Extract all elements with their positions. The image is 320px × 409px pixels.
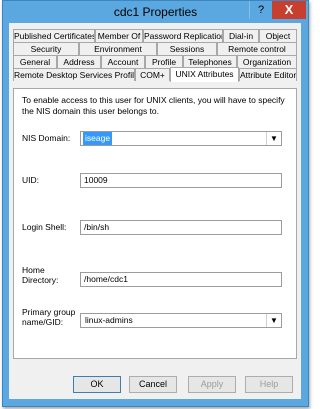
tab-member-of[interactable]: Member Of [95, 29, 143, 42]
home-directory-label-line2: Directory: [22, 275, 59, 285]
chevron-down-icon[interactable]: ▼ [266, 132, 281, 145]
apply-button[interactable]: Apply [188, 376, 236, 393]
help-icon[interactable]: ? [249, 1, 272, 19]
tab-address[interactable]: Address [57, 55, 101, 68]
nis-domain-value: iseage [83, 132, 113, 145]
title-bar[interactable]: cdc1 Properties ? X [3, 1, 308, 23]
ok-button[interactable]: OK [73, 376, 121, 393]
tab-password-replication[interactable]: Password Replication [143, 29, 223, 42]
tab-account[interactable]: Account [101, 55, 145, 68]
tab-com-plus[interactable]: COM+ [135, 68, 170, 81]
tab-general[interactable]: General [13, 55, 57, 68]
tab-remote-desktop-services-profile[interactable]: Remote Desktop Services Profile [13, 68, 135, 81]
primary-group-value: linux-admins [85, 315, 133, 325]
cancel-button[interactable]: Cancel [129, 376, 177, 393]
nis-domain-select[interactable]: iseage ▼ [80, 131, 282, 146]
chevron-down-icon[interactable]: ▼ [266, 314, 281, 327]
login-shell-field[interactable]: /bin/sh [80, 220, 282, 235]
tab-object[interactable]: Object [259, 29, 297, 42]
tab-environment[interactable]: Environment [79, 42, 157, 55]
dialog-body: Published Certificates Member Of Passwor… [9, 23, 301, 399]
close-icon[interactable]: X [272, 1, 306, 19]
tab-attribute-editor[interactable]: Attribute Editor [239, 68, 297, 81]
tab-unix-attributes[interactable]: UNIX Attributes [170, 67, 239, 82]
tab-dial-in[interactable]: Dial-in [223, 29, 259, 42]
primary-group-label-line2: name/GID: [22, 317, 64, 327]
primary-group-select[interactable]: linux-admins ▼ [80, 313, 282, 328]
login-shell-label: Login Shell: [22, 222, 67, 232]
tab-sessions[interactable]: Sessions [157, 42, 217, 55]
tab-remote-control[interactable]: Remote control [217, 42, 297, 55]
home-directory-field[interactable]: /home/cdc1 [80, 272, 282, 287]
nis-domain-label: NIS Domain: [22, 133, 71, 143]
intro-text: To enable access to this user for UNIX c… [22, 95, 285, 116]
tab-organization[interactable]: Organization [237, 55, 297, 68]
unix-attributes-panel: To enable access to this user for UNIX c… [13, 88, 297, 359]
uid-field[interactable]: 10009 [80, 173, 282, 188]
tab-published-certificates[interactable]: Published Certificates [13, 29, 95, 42]
properties-dialog: cdc1 Properties ? X Published Certificat… [2, 0, 309, 407]
uid-label: UID: [22, 175, 39, 185]
help-button[interactable]: Help [245, 376, 293, 393]
tab-security[interactable]: Security [13, 42, 79, 55]
